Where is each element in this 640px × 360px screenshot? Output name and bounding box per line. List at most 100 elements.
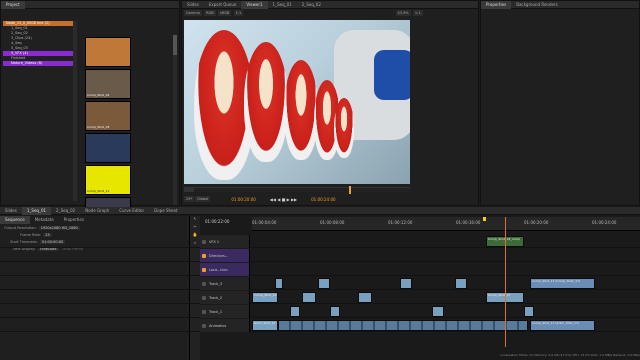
scrollbar-handle[interactable] <box>173 35 177 55</box>
track-name: Track_3 <box>209 281 223 286</box>
track-header[interactable]: VFX 1 <box>200 235 250 248</box>
tab-slides[interactable]: Slides <box>182 1 204 9</box>
track-eye-icon[interactable] <box>202 267 206 272</box>
fps-field[interactable]: 25* <box>184 196 195 202</box>
timeline-clip[interactable] <box>275 278 283 289</box>
timeline-clip[interactable] <box>455 278 467 289</box>
doll-shape <box>284 60 318 160</box>
settings-subtabs: Sequence Metadata Properties <box>0 215 189 224</box>
timecode-in[interactable]: 01:00:20:00 <box>231 197 255 202</box>
tab-blank[interactable] <box>25 1 65 9</box>
track-header[interactable]: Loca...Icon <box>200 263 250 276</box>
timeline-clip[interactable]: Anim_Shot_12 <box>252 320 278 331</box>
track-eye-icon[interactable] <box>202 295 206 300</box>
timeline-timecode[interactable]: 01:00:22:00 <box>205 219 229 224</box>
clip-label: Comp_Shot_17 (Comp_Shot_17) <box>532 279 581 283</box>
clip-label: Comp_Shot_17 (Anim_Shot_17) <box>532 321 580 325</box>
zoom-dropdown[interactable]: 43.9% <box>395 10 411 16</box>
clip-thumbnail[interactable]: Comp_Shot_01 <box>85 69 131 99</box>
track-eye-icon[interactable] <box>202 253 206 258</box>
track-header[interactable]: Directors... <box>200 249 250 262</box>
tab-seq-02-bottom[interactable]: 2_Seq_02 <box>51 207 80 215</box>
tab-viewer1[interactable]: Viewer1 <box>241 0 268 9</box>
timeline-clip[interactable] <box>278 320 528 331</box>
tab-background-renders[interactable]: Background Renders <box>511 1 562 9</box>
tab-project[interactable]: Project <box>1 0 25 9</box>
tab-slides-bottom[interactable]: Slides <box>0 207 22 215</box>
proxy-dropdown[interactable]: 1:1 <box>233 10 244 16</box>
track-eye-icon[interactable] <box>202 323 206 328</box>
clip-label: Comp_Shot_17 <box>488 293 511 297</box>
properties-panel: Properties Background Renders <box>480 0 640 206</box>
tab-properties[interactable]: Properties <box>481 0 512 9</box>
ruler-tick-label: 01:00:04:00 <box>252 220 277 225</box>
track-header[interactable]: Track_1 <box>200 305 250 318</box>
timeline-ruler[interactable]: 01:00:04:00 01:00:08:00 01:00:12:00 01:0… <box>252 217 640 231</box>
clip-thumbnail[interactable]: Comp_Shot_11 <box>85 165 131 195</box>
timeline-clip[interactable]: Comp_Shot_14 <box>252 292 278 303</box>
select-tool-icon[interactable]: ↖ <box>190 216 200 224</box>
tab-seq-02[interactable]: 2_Seq_02 <box>297 1 326 9</box>
track-row: Track_3 Comp_Shot_17 (Comp_Shot_17) <box>0 277 640 290</box>
frame-mode-dropdown[interactable]: Global <box>195 196 211 202</box>
viewer-image[interactable] <box>184 20 410 184</box>
track-name: Track_2 <box>209 295 223 300</box>
output-resolution-dropdown[interactable]: 1920x1080 HD_1080 <box>38 226 80 230</box>
timeline-clip[interactable]: Comp_Shot_17 (Comp_Shot_17) <box>530 278 595 289</box>
track-header[interactable]: Track_3 <box>200 277 250 290</box>
colorspace-dropdown[interactable]: sRGB <box>217 10 232 16</box>
clip-thumbnail[interactable]: Comp_Shot_03 <box>85 101 131 131</box>
tab-seq-01[interactable]: 1_Seq_01 <box>268 1 297 9</box>
channel-dropdown[interactable]: RGB <box>204 10 216 16</box>
track-header[interactable]: Animatics <box>200 319 250 332</box>
bin-scrollbar[interactable] <box>73 21 77 201</box>
ruler-tick-label: 01:00:20:00 <box>524 220 549 225</box>
timeline-clip[interactable] <box>400 278 412 289</box>
tab-node-graph[interactable]: Node Graph <box>80 207 114 215</box>
scrubber-in-marker <box>184 188 194 192</box>
ruler-tick-label: 01:00:08:00 <box>320 220 345 225</box>
track-header[interactable]: Track_2 <box>200 291 250 304</box>
viewer-panel: Slides Export Queue Viewer1 1_Seq_01 2_S… <box>181 0 479 206</box>
clip-thumbnail[interactable] <box>85 133 131 163</box>
viewer-transport: 25* Global 01:00:20:00 ◀◀ ◀ ■ ▶ ▶▶ 01:00… <box>184 194 478 204</box>
track-name: Track_1 <box>209 309 223 314</box>
clip-label: Comp_Shot_14 <box>254 293 277 297</box>
razor-tool-icon[interactable]: ✂ <box>190 224 200 232</box>
ratio-dropdown[interactable]: 1:1 <box>412 10 423 16</box>
timeline-clip[interactable] <box>318 278 330 289</box>
tab-curve-editor[interactable]: Curve Editor <box>114 207 149 215</box>
subtab-sequence[interactable]: Sequence <box>0 215 30 224</box>
ruler-tick-label: 01:00:24:00 <box>592 220 617 225</box>
track-eye-icon[interactable] <box>202 239 206 244</box>
subtab-metadata[interactable]: Metadata <box>30 216 59 224</box>
subtab-properties[interactable]: Properties <box>59 216 89 224</box>
timeline-clip[interactable]: Comp_Shot_17 (Anim_Shot_17) <box>530 320 595 331</box>
clip-thumbnail[interactable] <box>85 37 131 67</box>
timeline-playhead[interactable] <box>505 217 506 347</box>
thumbnail-label: Comp_Shot_11 <box>87 189 110 193</box>
status-bar: Localisation Mode: On Memory: 2.6 GB (17… <box>500 353 640 357</box>
timeline-clip[interactable] <box>524 306 534 317</box>
timeline-clip[interactable] <box>302 292 316 303</box>
track-row: Animatics Anim_Shot_12 Comp_Shot_17 (Ani… <box>0 319 640 332</box>
tab-seq-01-bottom[interactable]: 1_Seq_01 <box>21 206 52 215</box>
thumbnail-scrollbar[interactable] <box>173 35 177 205</box>
project-tree: Node_12_II_0008 Ime (2) 1_Seq_01 2_Seq_0… <box>3 21 73 201</box>
timecode-out[interactable]: 01:00:24:00 <box>311 197 335 202</box>
gamma-dropdown[interactable]: Gamma <box>184 10 202 16</box>
thumbnail-label: Comp_Shot_03 <box>87 125 110 129</box>
timeline-clip[interactable] <box>358 292 372 303</box>
timeline-area: Slides 1_Seq_01 2_Seq_02 Node Graph Curv… <box>0 206 640 360</box>
timeline-clip[interactable] <box>330 306 340 317</box>
viewer-scrubber[interactable] <box>184 186 410 194</box>
timeline-clip[interactable] <box>290 306 300 317</box>
track-eye-icon[interactable] <box>202 281 206 286</box>
tab-dope-sheet[interactable]: Dope Sheet <box>149 207 182 215</box>
tree-item[interactable]: Nature_Videos (6) <box>3 61 73 66</box>
transport-buttons[interactable]: ◀◀ ◀ ■ ▶ ▶▶ <box>270 197 297 202</box>
tab-export-queue[interactable]: Export Queue <box>204 1 242 9</box>
scrubber-playhead[interactable] <box>349 186 351 194</box>
track-eye-icon[interactable] <box>202 309 206 314</box>
timeline-clip[interactable] <box>432 306 444 317</box>
